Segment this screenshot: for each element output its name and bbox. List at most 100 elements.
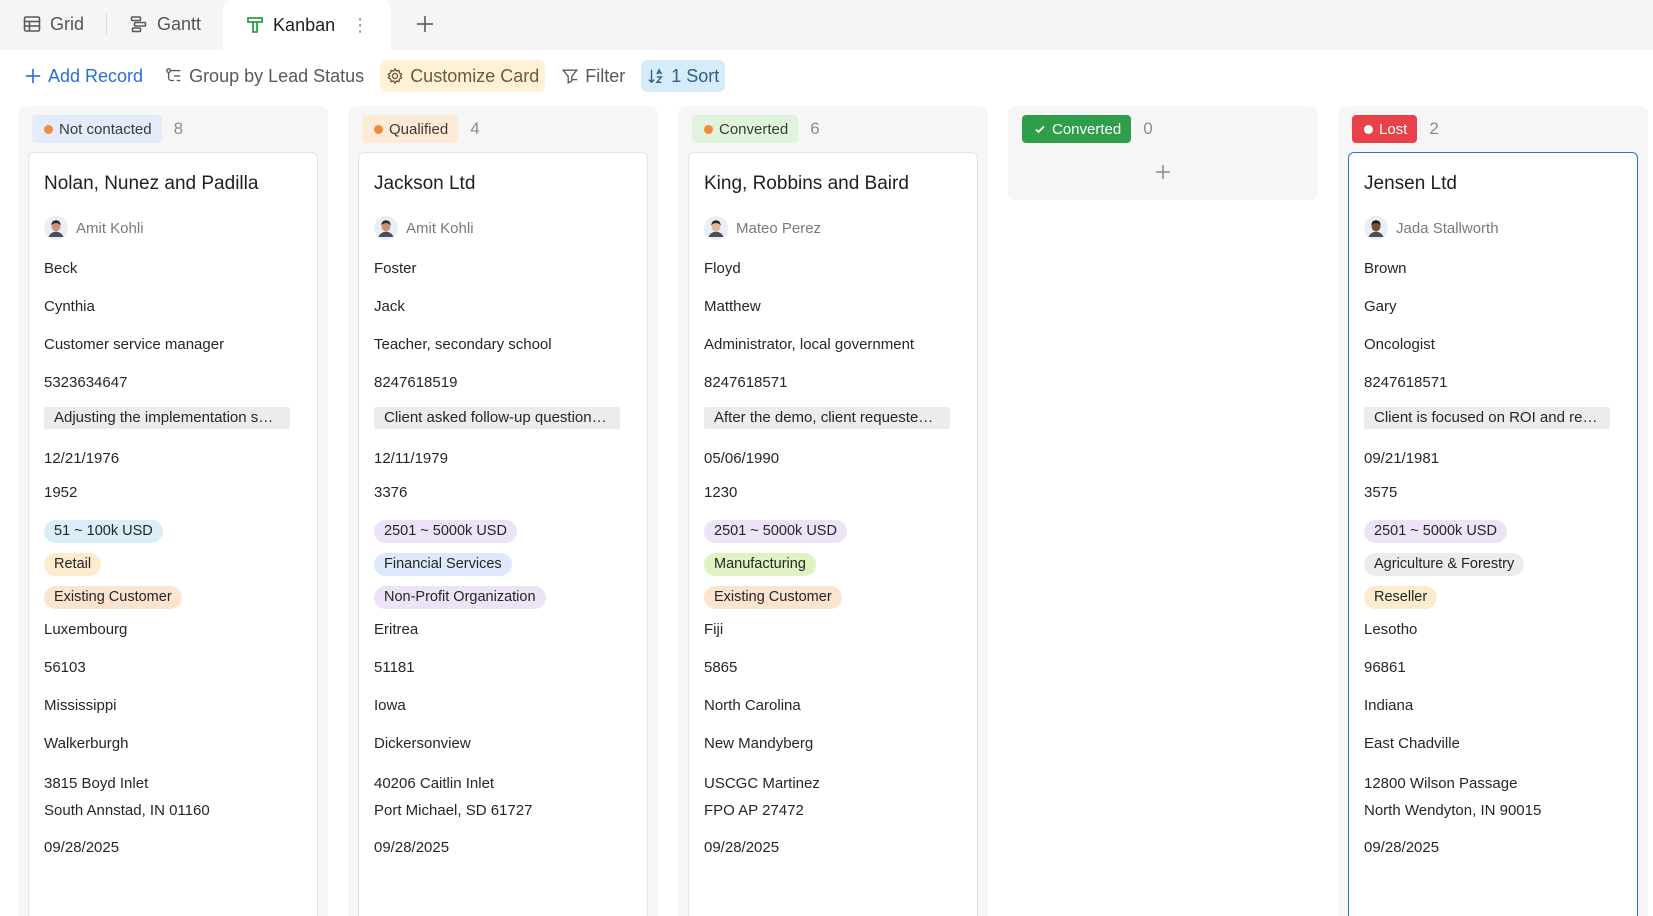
column-count: 8 [173, 119, 184, 138]
filter-button[interactable]: Filter [555, 60, 631, 92]
tab-kanban[interactable]: Kanban ⋮ [223, 0, 392, 50]
field-customer-type: Existing Customer [704, 581, 962, 614]
field-job-title: Customer service manager [44, 336, 225, 353]
field-note: After the demo, client requested ... [704, 405, 962, 439]
grid-icon [23, 16, 41, 32]
record-card[interactable]: Jensen Ltd Jada Stallworth Brown Gary On… [1348, 152, 1638, 916]
field-created-date: 09/28/2025 [704, 839, 780, 856]
sort-icon [648, 68, 664, 84]
field-revenue: 2501 ~ 5000k USD [374, 515, 632, 548]
field-customer-type: Non-Profit Organization [374, 581, 632, 614]
column-header: Converted 0 [1018, 114, 1308, 144]
field-zip: 56103 [44, 659, 86, 676]
record-card[interactable]: Nolan, Nunez and Padilla Amit Kohli Beck… [28, 152, 318, 916]
field-birth-date: 09/21/1981 [1364, 450, 1440, 467]
field-customer-type: Reseller [1364, 581, 1622, 614]
industry-tag: Retail [44, 553, 102, 576]
card-title: King, Robbins and Baird [704, 173, 909, 194]
add-view-button[interactable] [395, 0, 455, 48]
group-by-label: Group by Lead Status [189, 65, 365, 86]
add-card-button[interactable] [1018, 152, 1308, 192]
field-last-name: Foster [374, 260, 417, 277]
address-line-2: North Wendyton, IN 90015 [1364, 802, 1542, 819]
filter-label: Filter [585, 65, 626, 86]
kanban-board: Not contacted 8 Nolan, Nunez and Padilla… [18, 106, 1648, 916]
field-customer-type: Existing Customer [44, 581, 302, 614]
more-icon[interactable]: ⋮ [351, 15, 369, 36]
field-job-title: Teacher, secondary school [374, 336, 552, 353]
status-badge[interactable]: Lost [1352, 115, 1418, 143]
view-tabs: Grid Gantt Kanban ⋮ [0, 0, 1653, 50]
address-line-2: Port Michael, SD 61727 [374, 802, 533, 819]
field-country: Fiji [704, 621, 724, 638]
record-card[interactable]: Jackson Ltd Amit Kohli Foster Jack Teach… [358, 152, 648, 916]
owner-name: Mateo Perez [736, 219, 822, 237]
field-industry: Retail [44, 548, 302, 581]
field-created-date: 09/28/2025 [374, 839, 450, 856]
card-owner[interactable]: Mateo Perez [704, 213, 962, 243]
customer-type-tag: Non-Profit Organization [374, 586, 546, 609]
card-owner[interactable]: Jada Stallworth [1364, 213, 1622, 243]
status-badge[interactable]: Converted [692, 115, 799, 143]
field-employees: 3575 [1364, 484, 1398, 501]
owner-name: Amit Kohli [76, 219, 144, 237]
field-first-name: Jack [374, 298, 405, 315]
note-text: Adjusting the implementation sch... [44, 407, 290, 429]
tab-gantt[interactable]: Gantt [107, 0, 223, 48]
status-badge[interactable]: Not contacted [32, 115, 162, 143]
customer-type-tag: Existing Customer [704, 586, 842, 609]
status-label: Lost [1379, 120, 1408, 138]
field-state: Iowa [374, 697, 406, 714]
field-birth-date: 12/11/1979 [374, 450, 448, 467]
status-label: Qualified [389, 120, 449, 138]
column-count: 4 [470, 119, 480, 138]
field-phone: 8247618519 [374, 374, 458, 391]
industry-tag: Agriculture & Forestry [1364, 553, 1525, 576]
kanban-column-2: Converted 6 King, Robbins and Baird Mate… [678, 106, 988, 916]
avatar [1364, 216, 1388, 240]
avatar [704, 216, 728, 240]
tab-grid[interactable]: Grid [0, 0, 106, 48]
column-header: Lost 2 [1348, 114, 1638, 144]
address-line-1: USCGC Martinez [704, 775, 820, 792]
group-icon [166, 68, 181, 82]
field-job-title: Administrator, local government [704, 336, 915, 353]
avatar [374, 216, 398, 240]
field-employees: 1952 [44, 484, 78, 501]
field-city: East Chadville [1364, 735, 1460, 752]
toolbar: Add Record Group by Lead Status Customiz… [0, 50, 1653, 102]
status-badge[interactable]: Qualified [362, 115, 459, 143]
field-address: 40206 Caitlin Inlet Port Michael, SD 617… [374, 766, 632, 832]
column-count: 6 [810, 119, 820, 138]
field-phone: 5323634647 [44, 374, 128, 391]
field-note: Client asked follow-up questions, ... [374, 405, 632, 439]
kanban-column-4: Lost 2 Jensen Ltd Jada Stallworth Brown … [1338, 106, 1648, 916]
gantt-icon [130, 16, 147, 33]
field-first-name: Matthew [704, 298, 761, 315]
field-country: Lesotho [1364, 621, 1418, 638]
card-owner[interactable]: Amit Kohli [374, 213, 632, 243]
add-record-button[interactable]: Add Record [22, 60, 149, 92]
revenue-tag: 2501 ~ 5000k USD [374, 520, 517, 543]
field-zip: 5865 [704, 659, 738, 676]
tab-grid-label: Grid [50, 13, 85, 34]
field-note: Adjusting the implementation sch... [44, 405, 302, 439]
plus-icon [1156, 165, 1170, 179]
sort-button[interactable]: 1 Sort [641, 60, 726, 92]
sort-label: 1 Sort [671, 65, 720, 86]
card-owner[interactable]: Amit Kohli [44, 213, 302, 243]
address-line-1: 12800 Wilson Passage [1364, 775, 1518, 792]
note-text: After the demo, client requested ... [704, 407, 950, 429]
field-note: Client is focused on ROI and requ... [1364, 405, 1622, 439]
group-by-button[interactable]: Group by Lead Status [159, 60, 370, 92]
customize-card-button[interactable]: Customize Card [380, 60, 546, 92]
record-card[interactable]: King, Robbins and Baird Mateo Perez Floy… [688, 152, 978, 916]
field-created-date: 09/28/2025 [1364, 839, 1440, 856]
status-badge[interactable]: Converted [1022, 115, 1132, 143]
status-dot-icon [1364, 124, 1373, 134]
status-dot-icon [704, 124, 713, 134]
customer-type-tag: Existing Customer [44, 586, 182, 609]
address-line-1: 3815 Boyd Inlet [44, 775, 149, 792]
field-first-name: Gary [1364, 298, 1397, 315]
field-birth-date: 12/21/1976 [44, 450, 120, 467]
